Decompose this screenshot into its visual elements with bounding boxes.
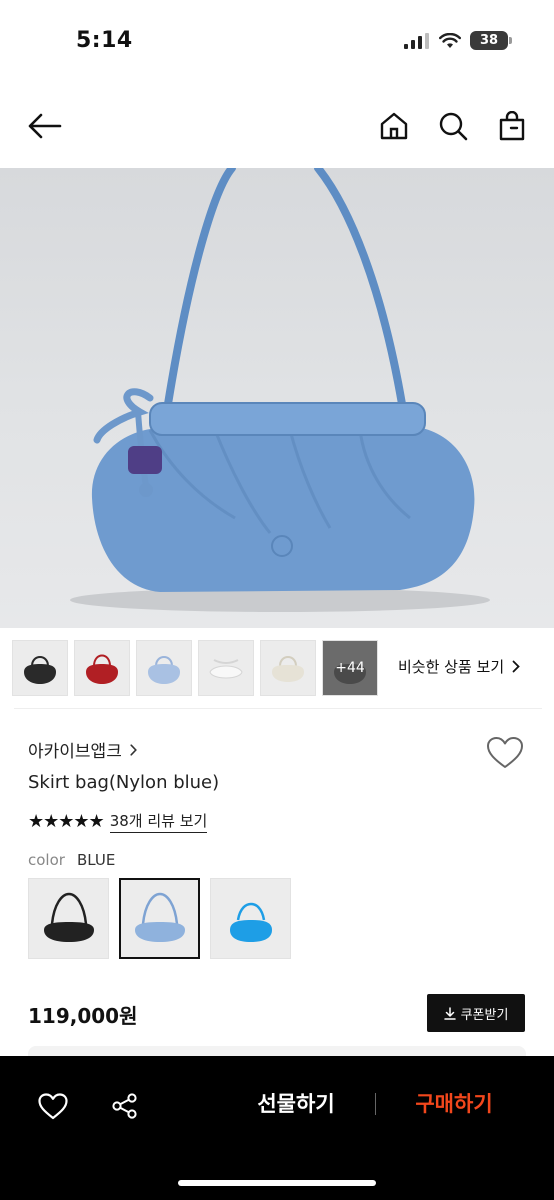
shopping-bag-icon[interactable] bbox=[492, 106, 532, 146]
search-icon[interactable] bbox=[433, 106, 473, 146]
color-value: BLUE bbox=[76, 851, 116, 869]
status-indicators: 38 bbox=[404, 31, 512, 50]
color-row: color BLUE bbox=[28, 851, 115, 869]
buy-button[interactable]: 구매하기 bbox=[396, 1088, 512, 1118]
status-bar: 5:14 38 bbox=[0, 0, 554, 84]
thumbnail-black-bag[interactable] bbox=[12, 640, 68, 696]
battery-icon: 38 bbox=[470, 31, 512, 50]
rating-row: ★★★★★ 38개 리뷰 보기 bbox=[28, 810, 208, 833]
share-icon[interactable] bbox=[105, 1086, 145, 1126]
brand-name: 아카이브앱크 bbox=[28, 742, 122, 762]
separator bbox=[375, 1093, 376, 1115]
chevron-right-icon bbox=[130, 743, 137, 756]
skirt-bag-photo bbox=[70, 168, 490, 612]
color-label: color bbox=[28, 851, 65, 869]
color-option-bright-blue[interactable] bbox=[210, 878, 291, 959]
star-rating: ★★★★★ bbox=[28, 811, 105, 832]
product-name: Skirt bag(Nylon blue) bbox=[28, 772, 220, 793]
home-icon[interactable] bbox=[374, 106, 414, 146]
home-indicator bbox=[178, 1180, 376, 1186]
thumbnail-white-bag[interactable] bbox=[198, 640, 254, 696]
similar-products-link[interactable]: 비슷한 상품 보기 bbox=[398, 656, 520, 677]
color-option-black[interactable] bbox=[28, 878, 109, 959]
thumbnail-cream-bag[interactable] bbox=[260, 640, 316, 696]
gift-button[interactable]: 선물하기 bbox=[236, 1088, 356, 1118]
top-navigation bbox=[0, 94, 554, 158]
more-images-count: +44 bbox=[335, 660, 365, 676]
coupon-label: 쿠폰받기 bbox=[460, 1007, 509, 1023]
bottom-action-bar: 선물하기 구매하기 bbox=[0, 1056, 554, 1200]
signal-icon bbox=[404, 32, 429, 49]
coupon-download-button[interactable]: 쿠폰받기 bbox=[427, 994, 525, 1032]
download-icon bbox=[443, 1006, 456, 1020]
divider bbox=[14, 708, 542, 709]
chevron-right-icon bbox=[512, 660, 520, 673]
thumbnail-red-bag[interactable] bbox=[74, 640, 130, 696]
color-options bbox=[28, 878, 291, 959]
wifi-icon bbox=[439, 32, 461, 48]
thumbnail-light-blue-bag[interactable] bbox=[136, 640, 192, 696]
thumbnail-strip: +44 bbox=[12, 640, 378, 696]
color-option-blue[interactable] bbox=[119, 878, 200, 959]
thumbnail-more[interactable]: +44 bbox=[322, 640, 378, 696]
wishlist-heart-icon[interactable] bbox=[486, 736, 526, 772]
review-link[interactable]: 38개 리뷰 보기 bbox=[109, 810, 208, 833]
brand-link[interactable]: 아카이브앱크 bbox=[28, 737, 137, 762]
product-price: 119,000원 bbox=[28, 1004, 138, 1028]
heart-icon[interactable] bbox=[33, 1086, 73, 1126]
product-main-image[interactable] bbox=[0, 168, 554, 628]
status-time: 5:14 bbox=[76, 28, 133, 53]
back-arrow-icon[interactable] bbox=[24, 106, 64, 146]
similar-products-label: 비슷한 상품 보기 bbox=[398, 658, 505, 676]
